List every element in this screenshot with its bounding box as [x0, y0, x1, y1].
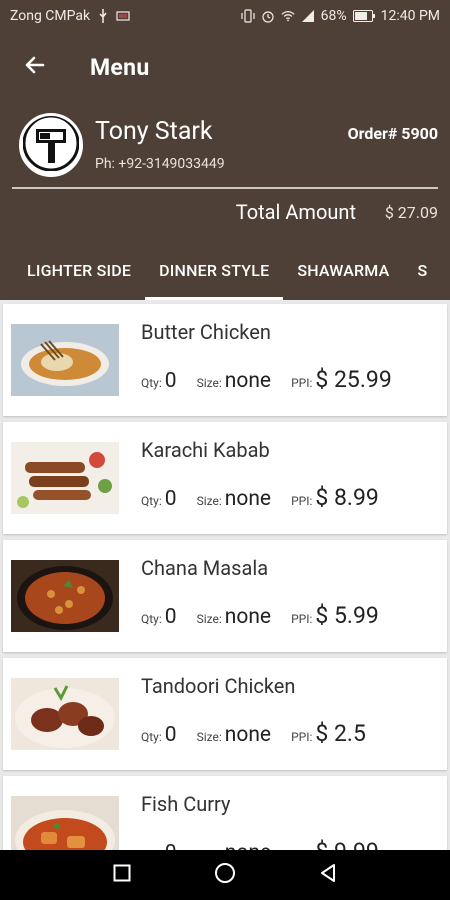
price-value: $ 9.99: [315, 838, 378, 850]
battery-percent: 68%: [320, 8, 347, 24]
recents-button[interactable]: [102, 855, 142, 895]
size-label: Size:: [196, 730, 222, 744]
status-bar: Zong CMPak 68% 12:40 PM: [0, 0, 450, 32]
item-meta: Qty: 0 Size: none PPI: $ 9.99: [141, 838, 379, 850]
header-divider: [12, 187, 438, 189]
tab-dinner-style[interactable]: DINNER STYLE: [145, 240, 284, 300]
item-name: Butter Chicken: [141, 320, 271, 344]
food-image-karachi-kabab: [11, 442, 119, 514]
item-name: Tandoori Chicken: [141, 674, 296, 698]
customer-name: Tony Stark: [95, 117, 213, 146]
page-title: Menu: [90, 53, 150, 81]
qty-value: 0: [165, 841, 177, 850]
vibrate-icon: [241, 9, 255, 23]
wifi-icon: [281, 9, 295, 23]
ppi-label: PPI:: [291, 612, 313, 626]
list-item[interactable]: Fish Curry Qty: 0 Size: none PPI: $ 9.99: [3, 776, 447, 850]
carrier-label: Zong CMPak: [10, 8, 91, 24]
clock: 12:40 PM: [380, 8, 440, 24]
item-meta: Qty: 0 Size: none PPI: $ 5.99: [141, 602, 379, 629]
alarm-icon: [261, 9, 275, 23]
size-value: none: [224, 369, 272, 393]
price-value: $ 5.99: [315, 602, 379, 629]
price-value: $ 2.5: [315, 720, 366, 747]
list-item[interactable]: Chana Masala Qty: 0 Size: none PPI: $ 5.…: [3, 540, 447, 652]
qty-value: 0: [164, 605, 177, 629]
qty-value: 0: [164, 369, 177, 393]
total-amount-label: Total Amount: [235, 200, 356, 224]
triangle-back-icon: [318, 863, 338, 887]
price-value: $ 25.99: [315, 366, 392, 393]
ppi-label: PPI:: [291, 376, 313, 390]
order-number: Order# 5900: [347, 124, 438, 143]
back-button[interactable]: [0, 32, 70, 102]
item-meta: Qty: 0 Size: none PPI: $ 8.99: [141, 484, 379, 511]
tab-partial[interactable]: S: [403, 240, 441, 300]
system-back-button[interactable]: [308, 855, 348, 895]
customer-phone: Ph: +92-3149033449: [95, 156, 225, 172]
screenshot-icon: [116, 9, 130, 23]
category-tabs: LIGHTER SIDE DINNER STYLE SHAWARMA S: [0, 240, 450, 300]
system-nav-bar: [0, 850, 450, 900]
price-value: $ 8.99: [315, 484, 379, 511]
item-meta: Qty: 0 Size: none PPI: $ 2.5: [141, 720, 366, 747]
tab-lighter-side[interactable]: LIGHTER SIDE: [0, 240, 145, 300]
food-image-chana-masala: [11, 560, 119, 632]
list-item[interactable]: Tandoori Chicken Qty: 0 Size: none PPI: …: [3, 658, 447, 770]
circle-icon: [214, 862, 236, 888]
qty-label: Qty:: [141, 612, 162, 626]
item-meta: Qty: 0 Size: none PPI: $ 25.99: [141, 366, 392, 393]
square-icon: [113, 864, 131, 886]
size-label: Size:: [196, 376, 222, 390]
size-value: none: [224, 605, 272, 629]
app-bar: Menu: [0, 32, 450, 102]
size-label: Size:: [196, 612, 222, 626]
list-item[interactable]: Butter Chicken Qty: 0 Size: none PPI: $ …: [3, 304, 447, 416]
item-name: Karachi Kabab: [141, 438, 270, 462]
list-item[interactable]: Karachi Kabab Qty: 0 Size: none PPI: $ 8…: [3, 422, 447, 534]
ppi-label: PPI:: [291, 494, 313, 508]
home-button[interactable]: [205, 855, 245, 895]
size-value: none: [224, 723, 272, 747]
food-image-tandoori-chicken: [11, 678, 119, 750]
size-value: none: [225, 841, 271, 850]
arrow-left-icon: [23, 53, 47, 81]
signal-icon: [301, 9, 315, 23]
usb-icon: [96, 9, 110, 23]
battery-icon: [352, 9, 375, 23]
size-value: none: [224, 487, 272, 511]
total-amount-value: $ 27.09: [384, 203, 438, 222]
tab-shawarma[interactable]: SHAWARMA: [283, 240, 403, 300]
hammer-logo-icon: [22, 116, 80, 174]
size-label: Size:: [196, 494, 222, 508]
food-image-fish-curry: [11, 796, 119, 850]
ppi-label: PPI:: [291, 730, 313, 744]
qty-label: Qty:: [141, 730, 162, 744]
food-image-butter-chicken: [11, 324, 119, 396]
item-name: Fish Curry: [141, 792, 231, 816]
avatar: [19, 113, 83, 177]
order-header: Tony Stark Ph: +92-3149033449 Order# 590…: [0, 102, 450, 240]
menu-list[interactable]: Butter Chicken Qty: 0 Size: none PPI: $ …: [0, 300, 450, 850]
qty-value: 0: [164, 723, 177, 747]
qty-label: Qty:: [141, 376, 162, 390]
qty-value: 0: [164, 487, 177, 511]
qty-label: Qty:: [141, 494, 162, 508]
item-name: Chana Masala: [141, 556, 269, 580]
